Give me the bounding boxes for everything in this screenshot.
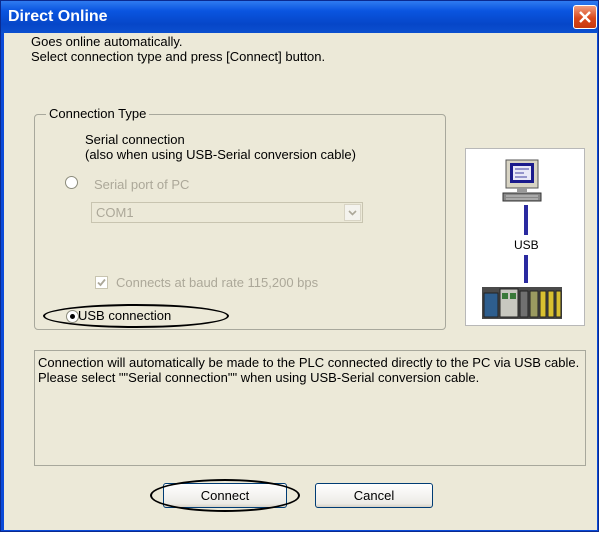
window-title: Direct Online — [8, 8, 108, 25]
usb-highlight-ellipse — [43, 304, 229, 328]
connect-highlight-ellipse — [150, 479, 300, 512]
plc-icon — [482, 287, 562, 319]
description-text: Connection will automatically be made to… — [34, 350, 586, 466]
serial-port-select[interactable]: COM1 — [91, 202, 363, 223]
intro-text: Goes online automatically. Select connec… — [31, 34, 325, 64]
title-bar[interactable]: Direct Online — [1, 1, 598, 34]
serial-connection-label-line1: Serial connection — [85, 132, 185, 147]
baud-rate-checkbox[interactable] — [95, 276, 108, 289]
usb-cable-line — [524, 205, 528, 235]
cancel-button[interactable]: Cancel — [315, 483, 433, 508]
checkmark-icon — [97, 278, 106, 287]
close-button[interactable] — [573, 5, 597, 29]
serial-port-label: Serial port of PC — [94, 177, 190, 192]
usb-label: USB — [514, 238, 539, 252]
usb-cable-line-lower — [524, 255, 528, 283]
serial-connection-label[interactable]: Serial connection (also when using USB-S… — [85, 132, 356, 162]
serial-connection-label-line2: (also when using USB-Serial conversion c… — [85, 147, 356, 162]
connection-diagram: USB — [465, 148, 585, 326]
dropdown-arrow-button[interactable] — [344, 204, 361, 221]
intro-line-1: Goes online automatically. — [31, 34, 183, 49]
close-icon — [579, 11, 591, 23]
serial-connection-radio[interactable] — [65, 176, 78, 189]
baud-rate-label: Connects at baud rate 115,200 bps — [116, 275, 319, 290]
connection-type-label: Connection Type — [46, 106, 150, 121]
intro-line-2: Select connection type and press [Connec… — [31, 49, 326, 64]
computer-icon — [502, 159, 542, 202]
chevron-down-icon — [348, 210, 357, 216]
serial-port-value: COM1 — [96, 205, 134, 220]
